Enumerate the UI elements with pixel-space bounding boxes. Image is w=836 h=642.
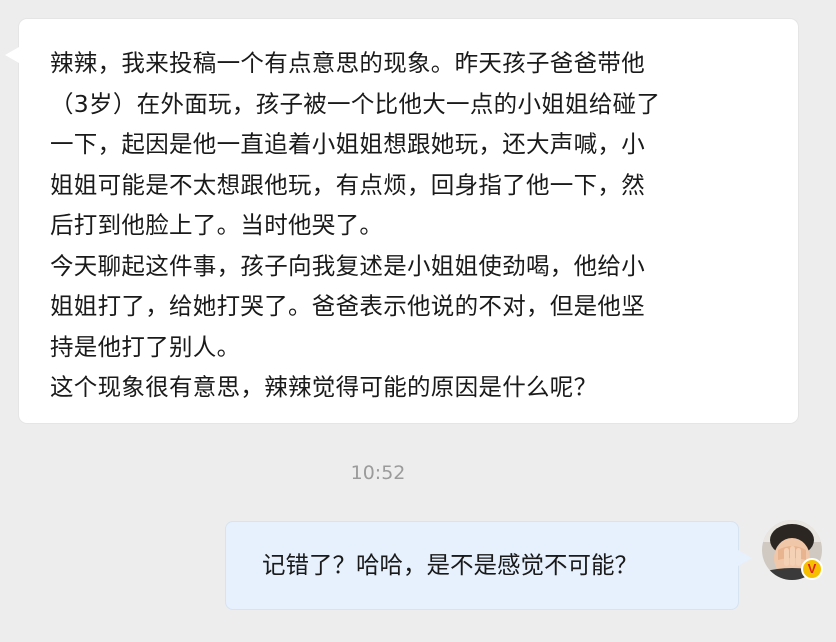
outgoing-message-bubble[interactable]: 记错了？哈哈，是不是感觉不可能？ [225, 521, 752, 610]
outgoing-bubble-tail [738, 550, 752, 566]
message-timestamp: 10:52 [350, 462, 406, 484]
incoming-message-bubble[interactable]: 辣辣，我来投稿一个有点意思的现象。昨天孩子爸爸带他 （3岁）在外面玩，孩子被一个… [5, 19, 798, 423]
message-line: 今天聊起这件事，孩子向我复述是小姐姐使劲喝，他给小 [50, 251, 645, 280]
incoming-message-text: 辣辣，我来投稿一个有点意思的现象。昨天孩子爸爸带他 （3岁）在外面玩，孩子被一个… [50, 43, 762, 408]
message-line: 姐姐打了，给她打哭了。爸爸表示他说的不对，但是他坚 [50, 292, 645, 320]
chat-view: 辣辣，我来投稿一个有点意思的现象。昨天孩子爸爸带他 （3岁）在外面玩，孩子被一个… [0, 0, 836, 642]
incoming-bubble-tail [5, 47, 19, 63]
message-line: 这个现象很有意思，辣辣觉得可能的原因是什么呢？ [50, 373, 598, 401]
message-line: 后打到他脸上了。当时他哭了。 [50, 211, 384, 239]
message-line: 姐姐可能是不太想跟他玩，有点烦，回身指了他一下，然 [50, 170, 645, 199]
outgoing-message-text: 记错了？哈哈，是不是感觉不可能？ [262, 551, 638, 579]
message-line: 辣辣，我来投稿一个有点意思的现象。昨天孩子爸爸带他 [50, 49, 645, 77]
verified-badge-label: V [807, 561, 817, 576]
message-line: （3岁）在外面玩，孩子被一个比他大一点的小姐姐给碰了 [50, 89, 661, 118]
message-line: 一下，起因是他一直追着小姐姐想跟她玩，还大声喊，小 [50, 130, 645, 158]
verified-badge-icon: V [801, 558, 823, 580]
message-line: 持是他打了别人。 [50, 332, 241, 361]
